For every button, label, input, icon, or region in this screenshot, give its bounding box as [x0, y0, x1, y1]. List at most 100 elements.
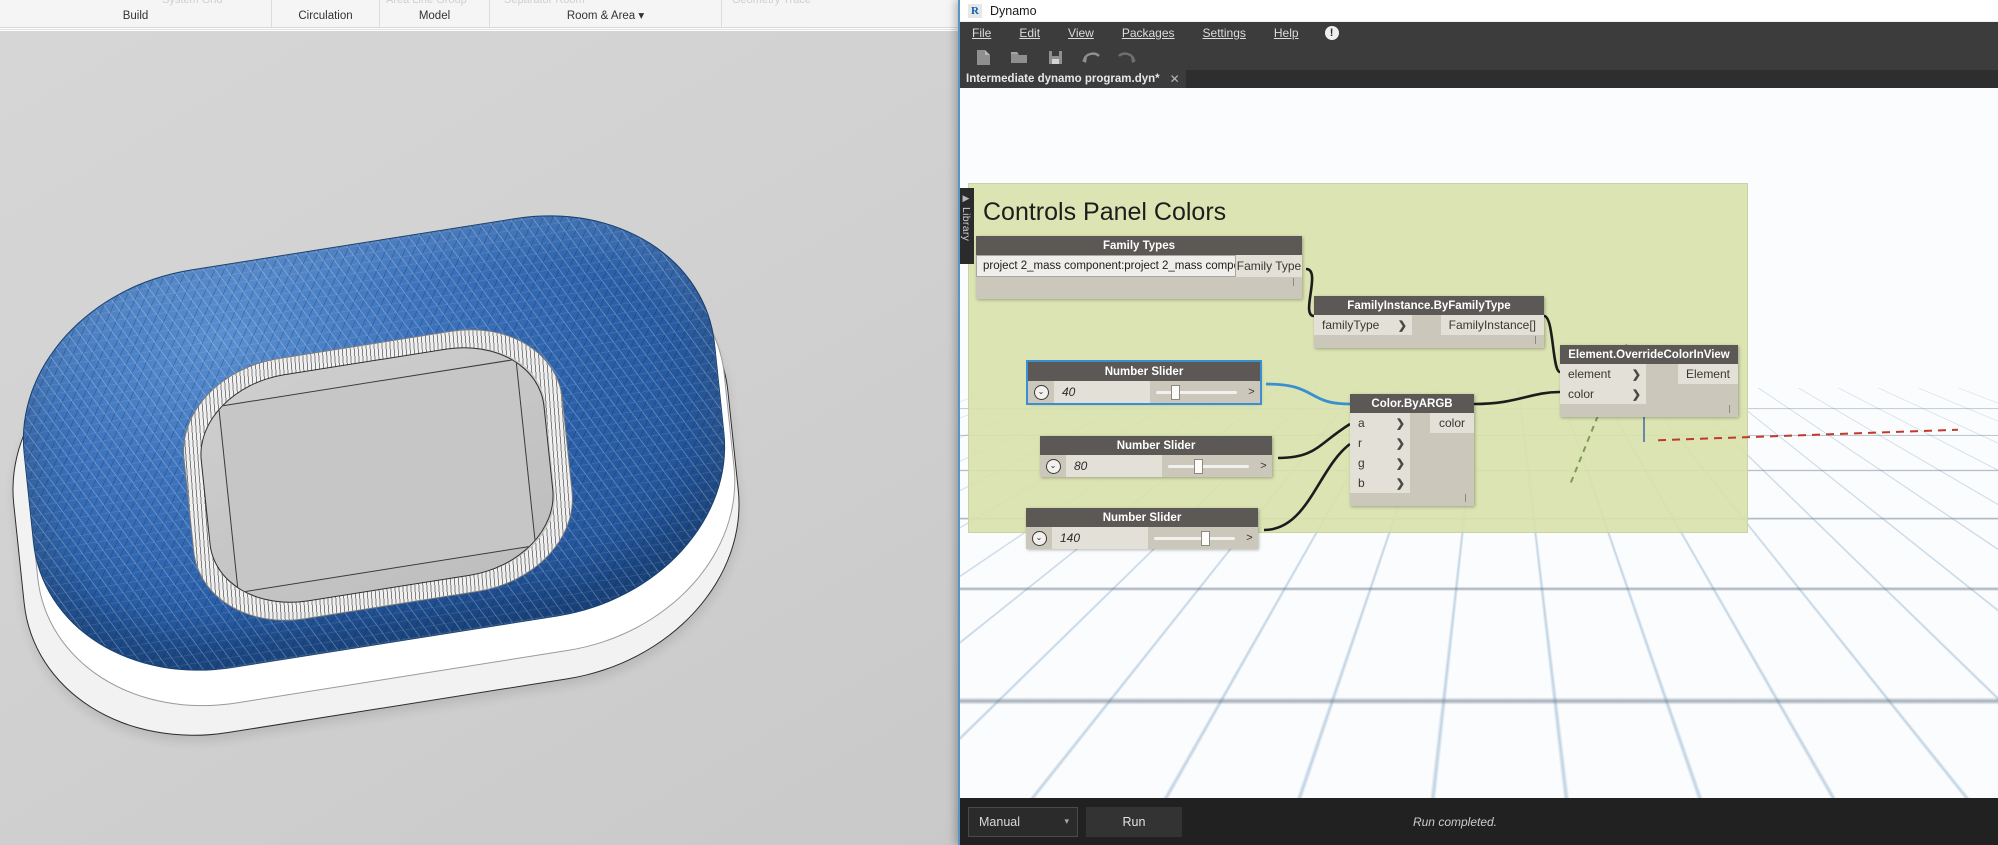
node-resize-handle[interactable]	[1535, 336, 1536, 344]
slider-2-thumb[interactable]	[1193, 459, 1203, 474]
port-row-g: g ❯	[1350, 453, 1474, 473]
port-in-a-label: a	[1358, 416, 1365, 430]
ribbon-panel-build[interactable]: Build	[0, 0, 272, 28]
alert-notification-icon[interactable]: !	[1324, 26, 1339, 40]
node-familyinstance-byfamilytype[interactable]: FamilyInstance.ByFamilyType familyType ❯…	[1314, 296, 1544, 348]
ribbon-panel-model[interactable]: Area Line Group Model	[380, 0, 490, 28]
ribbon-panel-room-area-ghost: Separator Room	[504, 0, 585, 6]
slider-2-output-port[interactable]: >	[1255, 455, 1272, 477]
menu-settings[interactable]: Settings	[1189, 22, 1260, 44]
menu-packages[interactable]: Packages	[1108, 22, 1189, 44]
menu-view[interactable]: View	[1054, 22, 1108, 44]
port-in-a[interactable]: a ❯	[1350, 413, 1410, 433]
node-override-body: element ❯ Element color ❯	[1560, 364, 1738, 417]
slider-3-output-port[interactable]: >	[1241, 527, 1258, 549]
port-out-familyinstance[interactable]: FamilyInstance[]	[1440, 315, 1544, 335]
node-familyinstance-body: familyType ❯ FamilyInstance[]	[1314, 315, 1544, 348]
port-out-color[interactable]: color	[1430, 413, 1474, 433]
ribbon-panel-circulation[interactable]: System Grid Circulation	[162, 0, 380, 28]
chevron-right-icon: ❯	[1395, 417, 1405, 430]
ribbon-panel-circulation-ghost: System Grid	[162, 0, 223, 6]
chevron-down-icon: ⌄	[1045, 458, 1061, 474]
node-number-slider-3[interactable]: Number Slider ⌄ 140 >	[1026, 508, 1258, 549]
slider-2-expand-button[interactable]: ⌄	[1040, 455, 1066, 477]
node-resize-handle[interactable]	[1465, 494, 1466, 502]
run-status-text: Run completed.	[1412, 814, 1498, 829]
slider-3-thumb[interactable]	[1201, 531, 1210, 546]
port-in-color[interactable]: color ❯	[1560, 384, 1646, 404]
chevron-down-icon: ⌄	[1031, 530, 1047, 546]
node-family-types[interactable]: Family Types project 2_mass component:pr…	[976, 236, 1302, 299]
node-spacer	[1410, 453, 1474, 473]
chevron-right-icon: ❯	[1397, 319, 1407, 332]
node-resize-handle[interactable]	[1729, 405, 1730, 413]
new-file-icon[interactable]	[968, 46, 998, 68]
node-override-title: Element.OverrideColorInView	[1560, 345, 1738, 364]
save-disk-icon[interactable]	[1040, 46, 1070, 68]
ribbon-panel-room-area[interactable]: Separator Room Room & Area ▾	[490, 0, 722, 28]
node-color-byargb[interactable]: Color.ByARGB a ❯ color r ❯ g ❯ b ❯	[1350, 394, 1474, 506]
node-number-slider-2[interactable]: Number Slider ⌄ 80 >	[1040, 436, 1272, 477]
node-number-slider-1-row: ⌄ 40 >	[1028, 381, 1260, 403]
ribbon-panel-model-label: Model	[418, 10, 451, 22]
slider-1-track	[1156, 391, 1237, 394]
port-in-g-label: g	[1358, 456, 1365, 470]
menu-edit[interactable]: Edit	[1005, 22, 1054, 44]
port-in-b[interactable]: b ❯	[1350, 473, 1410, 493]
node-number-slider-2-row: ⌄ 80 >	[1040, 455, 1272, 477]
chevron-right-icon: ❯	[1631, 368, 1641, 381]
redo-arrow-icon[interactable]	[1112, 46, 1142, 68]
slider-2-value[interactable]: 80	[1066, 455, 1162, 477]
node-element-overridecolorinview[interactable]: Element.OverrideColorInView element ❯ El…	[1560, 345, 1738, 417]
node-number-slider-1[interactable]: Number Slider ⌄ 40 >	[1026, 360, 1262, 405]
port-row-familytype: familyType ❯ FamilyInstance[]	[1314, 315, 1544, 335]
port-out-family-type[interactable]: Family Type	[1236, 255, 1302, 277]
menu-file[interactable]: File	[958, 22, 1005, 44]
node-resize-handle[interactable]	[1293, 278, 1294, 286]
ribbon-panel-extra[interactable]: Geometry Trace	[722, 0, 932, 28]
run-mode-dropdown[interactable]: Manual ▾	[968, 806, 1078, 837]
close-icon[interactable]: ✕	[1170, 72, 1180, 86]
family-type-dropdown[interactable]: project 2_mass component:project 2_mass …	[976, 255, 1236, 277]
node-color-byargb-footer	[1350, 493, 1474, 506]
slider-1-output-port[interactable]: >	[1243, 381, 1260, 403]
dynamo-logo-icon: R	[968, 3, 982, 18]
library-panel-tab[interactable]: ▶ Library	[958, 188, 974, 264]
node-number-slider-2-title: Number Slider	[1040, 436, 1272, 455]
run-button[interactable]: Run	[1086, 806, 1182, 837]
menu-help[interactable]: Help	[1260, 22, 1313, 44]
node-spacer	[1410, 433, 1474, 453]
dynamo-titlebar[interactable]: R Dynamo	[958, 0, 1998, 22]
port-in-element[interactable]: element ❯	[1560, 364, 1646, 384]
port-row-color: color ❯	[1560, 384, 1738, 404]
port-out-element[interactable]: Element	[1677, 364, 1738, 384]
ribbon-panel-build-label: Build	[122, 10, 149, 22]
menu-file-label: File	[972, 26, 992, 40]
slider-3-expand-button[interactable]: ⌄	[1026, 527, 1052, 549]
slider-1-expand-button[interactable]: ⌄	[1028, 381, 1054, 403]
port-in-r[interactable]: r ❯	[1350, 433, 1410, 453]
chevron-right-icon: ❯	[1631, 388, 1641, 401]
dynamo-graph-canvas[interactable]: Controls Panel Colors Family Types proje…	[958, 88, 1998, 798]
slider-2-track-wrap[interactable]	[1162, 455, 1255, 477]
dynamo-window-left-border	[958, 0, 960, 845]
open-folder-icon[interactable]	[1004, 46, 1034, 68]
slider-3-track	[1154, 537, 1235, 540]
slider-1-value[interactable]: 40	[1054, 381, 1150, 403]
undo-arrow-icon[interactable]	[1076, 46, 1106, 68]
node-number-slider-3-title: Number Slider	[1026, 508, 1258, 527]
workspace-tab-label: Intermediate dynamo program.dyn*	[966, 73, 1160, 85]
port-in-familytype-label: familyType	[1322, 318, 1380, 332]
dynamo-run-bar: Manual ▾ Run Run completed.	[958, 798, 1998, 845]
node-spacer	[1410, 473, 1474, 493]
slider-3-value[interactable]: 140	[1052, 527, 1148, 549]
node-spacer	[1646, 384, 1738, 404]
slider-3-track-wrap[interactable]	[1148, 527, 1241, 549]
port-in-familytype[interactable]: familyType ❯	[1314, 315, 1412, 335]
slider-1-thumb[interactable]	[1171, 385, 1181, 400]
port-in-g[interactable]: g ❯	[1350, 453, 1410, 473]
revit-3d-viewport[interactable]	[0, 31, 958, 845]
dynamo-toolbar	[958, 44, 1998, 70]
slider-1-track-wrap[interactable]	[1150, 381, 1243, 403]
workspace-tab[interactable]: Intermediate dynamo program.dyn* ✕	[958, 70, 1186, 88]
